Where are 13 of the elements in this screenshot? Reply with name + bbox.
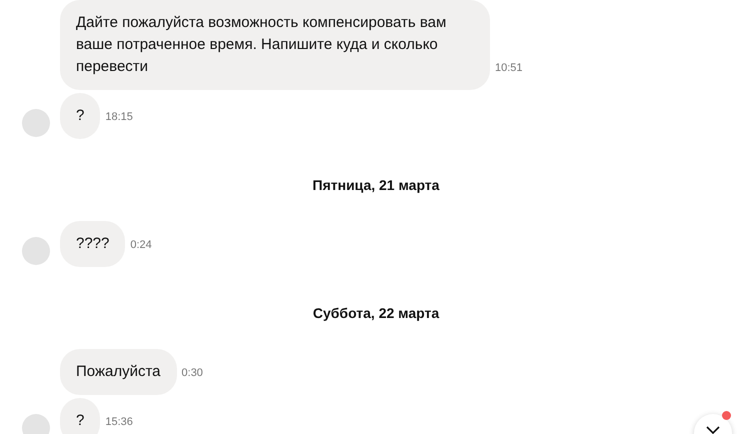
date-separator: Суббота, 22 марта [312, 304, 440, 323]
message-time: 0:24 [130, 239, 152, 251]
message-time: 0:30 [182, 367, 203, 379]
date-separator: Пятница, 21 марта [312, 176, 440, 195]
message-time: 18:15 [105, 111, 133, 123]
chevron-down-icon [706, 426, 720, 434]
message-time: 10:51 [495, 62, 523, 74]
message-time: 15:36 [105, 416, 133, 428]
message-bubble: Дайте пожалуйста возможность компенсировать вам ваше потраченное время. Напишите куда и сколько перевести [60, 0, 490, 90]
message-bubble: Пожалуйста [60, 349, 177, 395]
message-bubble: ? [60, 93, 100, 139]
message-bubble: ? [60, 398, 100, 434]
message-bubble: ???? [60, 221, 126, 267]
